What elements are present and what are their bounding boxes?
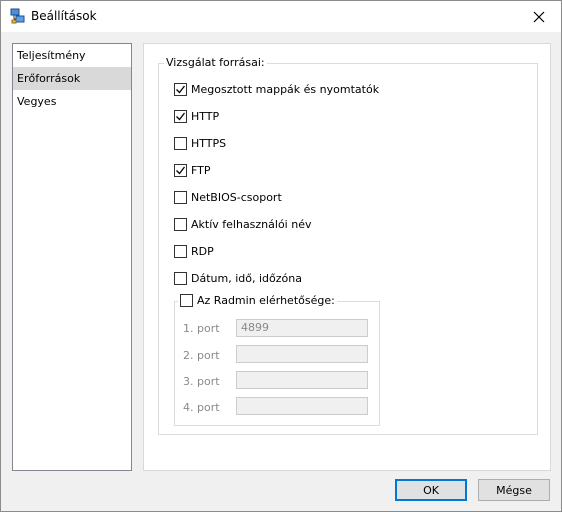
- checkmark-icon: [176, 166, 185, 174]
- title-bar: Beállítások: [1, 1, 561, 32]
- option-label: Aktív felhasználói név: [191, 217, 312, 231]
- checkbox[interactable]: [174, 163, 187, 177]
- option-rdp[interactable]: RDP: [174, 243, 214, 259]
- option-label: Megosztott mappák és nyomtatók: [191, 82, 380, 96]
- option-netbios[interactable]: NetBIOS-csoport: [174, 189, 282, 205]
- checkmark-icon: [176, 112, 185, 120]
- port-4-input[interactable]: [236, 397, 368, 415]
- checkbox[interactable]: [180, 294, 193, 307]
- port-3-input[interactable]: [236, 371, 368, 389]
- window-title: Beállítások: [31, 9, 97, 23]
- checkbox[interactable]: [174, 244, 187, 258]
- radmin-toggle[interactable]: Az Radmin elérhetősége:: [178, 294, 337, 307]
- resources-panel: Vizsgálat forrásai: Megosztott mappák és…: [143, 43, 551, 471]
- close-button[interactable]: [517, 1, 561, 32]
- option-ftp[interactable]: FTP: [174, 162, 211, 178]
- checkbox[interactable]: [174, 217, 187, 231]
- option-shared-folders[interactable]: Megosztott mappák és nyomtatók: [174, 81, 379, 97]
- checkbox[interactable]: [174, 82, 187, 96]
- scan-sources-legend: Vizsgálat forrásai:: [164, 56, 267, 69]
- option-label: HTTPS: [191, 136, 227, 150]
- option-label: FTP: [191, 163, 211, 177]
- port-2-input[interactable]: [236, 345, 368, 363]
- port-label: 2. port: [183, 349, 220, 362]
- settings-window: Beállítások Teljesítmény Erőforrások Veg…: [0, 0, 562, 512]
- checkbox[interactable]: [174, 136, 187, 150]
- option-active-user[interactable]: Aktív felhasználói név: [174, 216, 311, 232]
- option-label: Dátum, idő, időzóna: [191, 271, 302, 285]
- checkbox[interactable]: [174, 271, 187, 285]
- radmin-label: Az Radmin elérhetősége:: [197, 294, 335, 307]
- checkbox[interactable]: [174, 109, 187, 123]
- option-label: HTTP: [191, 109, 220, 123]
- network-computers-icon: [10, 8, 26, 24]
- option-label: NetBIOS-csoport: [191, 190, 282, 204]
- option-http[interactable]: HTTP: [174, 108, 219, 124]
- ok-button[interactable]: OK: [395, 479, 467, 501]
- category-list: Teljesítmény Erőforrások Vegyes: [12, 43, 132, 471]
- nav-item-performance[interactable]: Teljesítmény: [13, 44, 131, 67]
- port-label: 4. port: [183, 401, 220, 414]
- nav-item-misc[interactable]: Vegyes: [13, 90, 131, 113]
- option-datetime[interactable]: Dátum, idő, időzóna: [174, 270, 302, 286]
- checkmark-icon: [176, 85, 185, 93]
- nav-item-resources[interactable]: Erőforrások: [13, 67, 131, 90]
- cancel-button[interactable]: Mégse: [478, 479, 550, 501]
- port-label: 3. port: [183, 375, 220, 388]
- option-https[interactable]: HTTPS: [174, 135, 226, 151]
- port-label: 1. port: [183, 322, 220, 335]
- option-label: RDP: [191, 244, 214, 258]
- port-1-input[interactable]: 4899: [236, 319, 368, 337]
- checkbox[interactable]: [174, 190, 187, 204]
- close-icon: [533, 11, 545, 22]
